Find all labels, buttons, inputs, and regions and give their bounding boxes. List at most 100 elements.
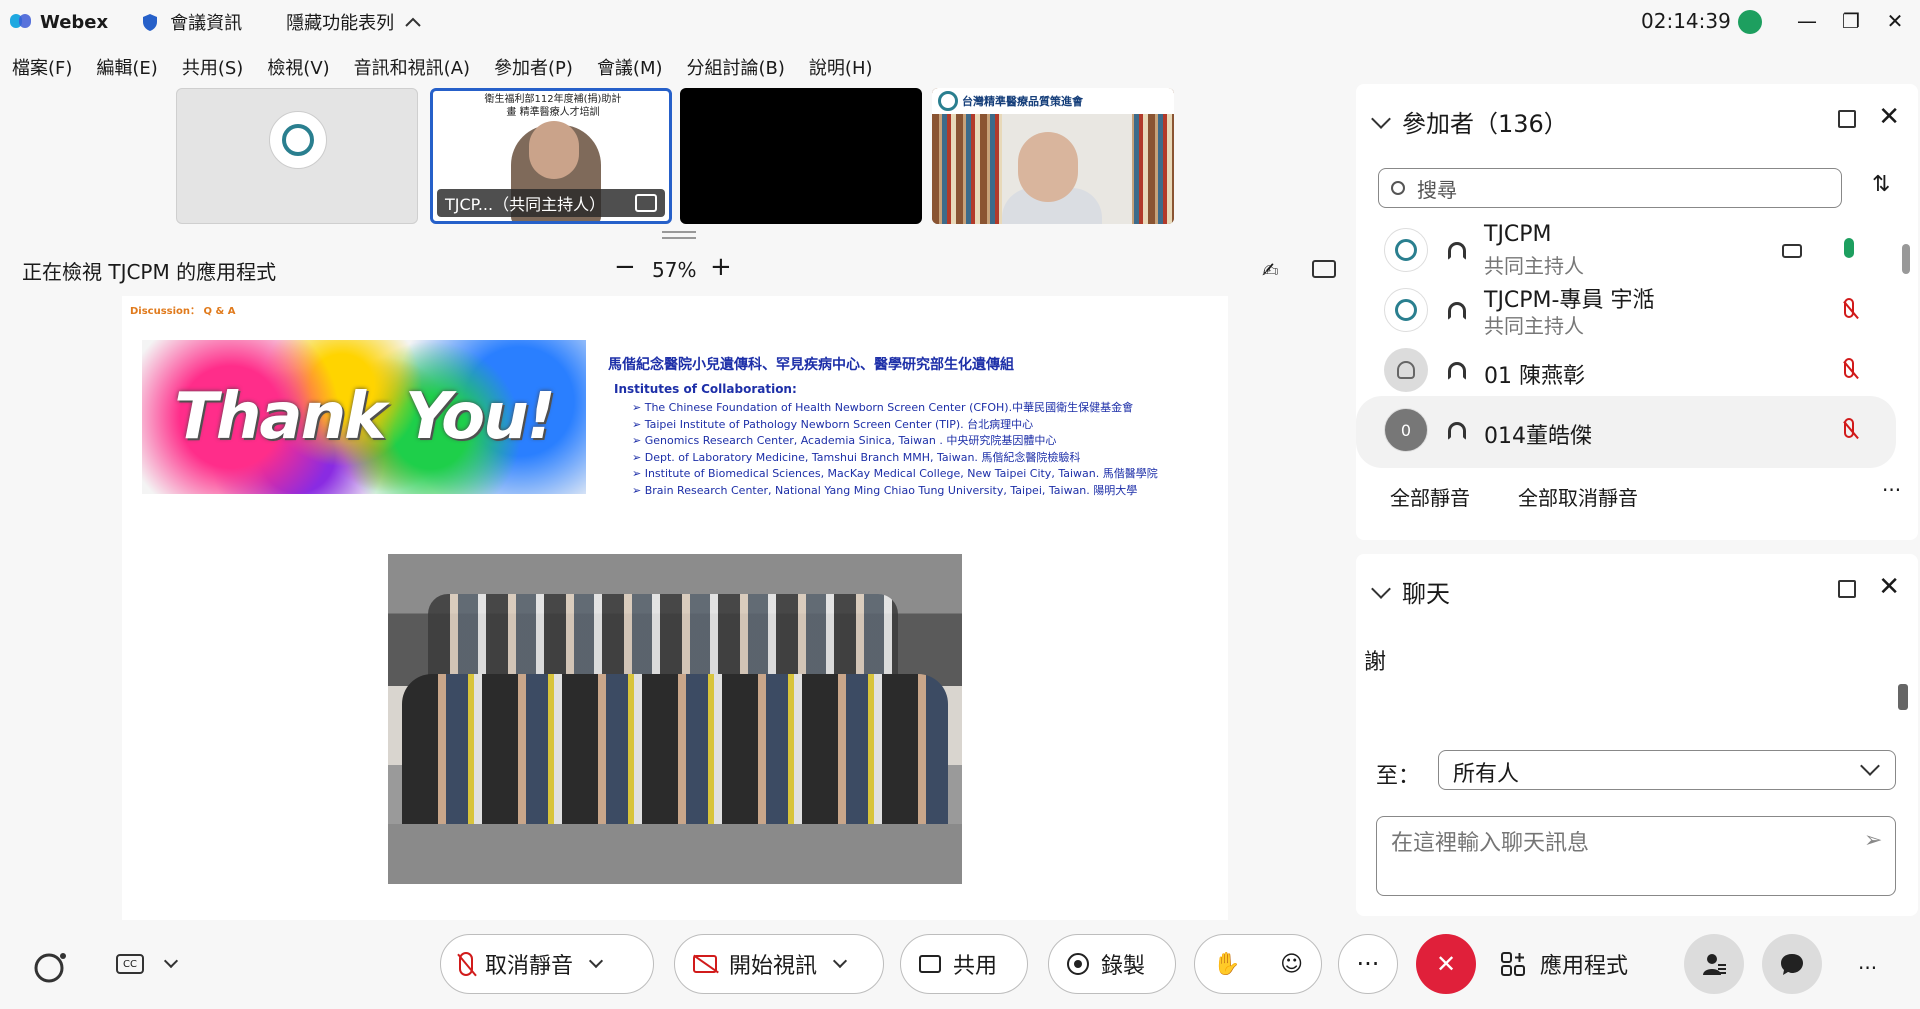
- share-view-bar: 正在檢視 TJCPM 的應用程式 − 57% + ✍: [0, 250, 1352, 290]
- menu-audio-video[interactable]: 音訊和視訊(A): [342, 54, 482, 80]
- record-icon: [1067, 953, 1089, 975]
- meeting-controls: CC 取消靜音 開始視訊 共用 錄製 ✋ ☺ ··· ✕ 應用程式 ···: [0, 920, 1920, 1009]
- photo-floor: [388, 824, 962, 884]
- menu-view[interactable]: 檢視(V): [255, 54, 341, 80]
- chat-message: 謝: [1364, 650, 1387, 675]
- resize-grip-handle[interactable]: [662, 231, 696, 239]
- window-close-button[interactable]: ✕: [1880, 6, 1910, 36]
- menu-breakout[interactable]: 分組討論(B): [675, 54, 797, 80]
- speaker-face: [529, 121, 579, 179]
- record-label: 錄製: [1101, 954, 1146, 979]
- apps-label: 應用程式: [1540, 954, 1629, 979]
- headset-icon: [1448, 422, 1466, 440]
- sort-icon[interactable]: ⇅: [1872, 172, 1890, 197]
- chat-message-input[interactable]: [1376, 816, 1896, 896]
- collapse-chevron-icon[interactable]: [1371, 108, 1391, 129]
- menu-edit[interactable]: 編輯(E): [84, 54, 169, 80]
- menu-meeting[interactable]: 會議(M): [585, 54, 675, 80]
- chevron-up-icon: [405, 17, 421, 27]
- participants-more-button[interactable]: ···: [1882, 478, 1901, 502]
- institute-item: Brain Research Center, National Yang Min…: [632, 483, 1158, 500]
- meeting-info-button[interactable]: 會議資訊: [170, 9, 242, 35]
- close-panel-icon[interactable]: ✕: [1878, 104, 1900, 130]
- hide-menu-bar-label: 隱藏功能表列: [286, 13, 395, 34]
- hide-menu-bar-button[interactable]: 隱藏功能表列: [286, 9, 422, 35]
- collapse-chevron-icon[interactable]: [1371, 578, 1391, 599]
- chat-to-label: 至：: [1376, 764, 1421, 789]
- camera-icon: [1782, 244, 1802, 258]
- activity-ring-icon[interactable]: [34, 950, 68, 984]
- apps-button[interactable]: 應用程式: [1500, 948, 1628, 980]
- video-thumbnail-2[interactable]: 衛生福利部112年度補(捐)助計畫 精準醫療人才培訓 TJCP...（共同主持人…: [430, 88, 672, 224]
- menu-participants[interactable]: 參加者(P): [482, 54, 585, 80]
- zoom-out-button[interactable]: −: [614, 252, 636, 282]
- avatar: [1384, 288, 1428, 332]
- thumbnail-banner: 台灣精準醫療品質策進會: [932, 88, 1174, 114]
- end-meeting-button[interactable]: ✕: [1416, 934, 1476, 994]
- participant-search-input[interactable]: 搜尋: [1378, 168, 1842, 208]
- chevron-down-icon[interactable]: [588, 953, 604, 969]
- institute-item: Taipei Institute of Pathology Newborn Sc…: [632, 417, 1158, 434]
- mute-all-button[interactable]: 全部靜音: [1390, 482, 1470, 511]
- video-thumbnail-1[interactable]: [176, 88, 418, 224]
- screen-share-icon: [635, 194, 657, 212]
- unmute-button[interactable]: 取消靜音: [440, 934, 654, 994]
- start-video-label: 開始視訊: [729, 954, 818, 979]
- restore-button[interactable]: ❐: [1836, 6, 1866, 36]
- minimize-button[interactable]: —: [1792, 6, 1822, 36]
- zoom-in-button[interactable]: +: [710, 252, 732, 282]
- slide-discussion-label: Discussion： Q & A: [130, 306, 236, 317]
- mic-muted-icon[interactable]: [1844, 418, 1854, 438]
- apps-icon: [1501, 952, 1525, 976]
- pop-out-icon[interactable]: [1838, 580, 1856, 598]
- chevron-down-icon[interactable]: [832, 953, 848, 969]
- org-logo-icon: [269, 111, 327, 169]
- participants-toggle-button[interactable]: [1684, 934, 1744, 994]
- avatar: [1384, 348, 1428, 392]
- chat-scrollbar[interactable]: [1896, 634, 1910, 750]
- participants-panel: 參加者（136） ✕ 搜尋 ⇅ TJCPM 共同主持人 TJCPM-專員 宇湉 …: [1356, 84, 1918, 540]
- participant-scrollbar[interactable]: [1900, 220, 1912, 470]
- participant-head: [1018, 132, 1078, 202]
- headset-icon: [1448, 362, 1466, 380]
- annotate-icon[interactable]: ✍: [1262, 258, 1279, 282]
- view-options-icon[interactable]: [1312, 260, 1336, 278]
- overflow-menu-button[interactable]: ···: [1858, 956, 1877, 980]
- close-panel-icon[interactable]: ✕: [1878, 574, 1900, 600]
- send-icon[interactable]: ➢: [1864, 828, 1882, 853]
- more-options-button[interactable]: ···: [1338, 934, 1398, 994]
- video-thumbnail-3[interactable]: [680, 88, 922, 224]
- start-video-button[interactable]: 開始視訊: [674, 934, 884, 994]
- captions-icon[interactable]: CC: [116, 954, 144, 974]
- participants-header[interactable]: 參加者（136）: [1371, 104, 1568, 139]
- chat-icon: [1781, 954, 1803, 975]
- shield-icon[interactable]: [142, 13, 158, 32]
- unmute-all-button[interactable]: 全部取消靜音: [1518, 482, 1638, 511]
- mic-muted-icon[interactable]: [1844, 298, 1854, 318]
- participant-row[interactable]: 0 014董皓傑: [1356, 396, 1896, 468]
- title-bar: Webex 會議資訊 隱藏功能表列 02:14:39 — ❐ ✕: [0, 0, 1920, 44]
- unmute-label: 取消靜音: [485, 954, 574, 979]
- record-button[interactable]: 錄製: [1048, 934, 1176, 994]
- chevron-down-icon[interactable]: [163, 953, 179, 969]
- raise-hand-icon: ✋: [1213, 951, 1241, 977]
- reactions-button[interactable]: ✋ ☺: [1194, 934, 1322, 994]
- video-thumbnail-4[interactable]: 台灣精準醫療品質策進會: [932, 88, 1174, 224]
- menu-file[interactable]: 檔案(F): [0, 54, 84, 80]
- share-button[interactable]: 共用: [900, 934, 1028, 994]
- chevron-down-icon: [1860, 756, 1880, 776]
- pop-out-icon[interactable]: [1838, 110, 1856, 128]
- participants-title: 參加者（136）: [1402, 104, 1568, 139]
- menu-help[interactable]: 說明(H): [797, 54, 885, 80]
- mic-muted-icon[interactable]: [1844, 358, 1854, 378]
- thank-you-text: Thank You!: [174, 380, 556, 454]
- chat-header[interactable]: 聊天: [1371, 574, 1450, 609]
- share-icon: [919, 955, 941, 973]
- thumbnail-slide-heading: 衛生福利部112年度補(捐)助計畫 精準醫療人才培訓: [484, 94, 622, 118]
- chat-panel: 聊天 ✕ 謝 至： 所有人 ➢: [1356, 554, 1918, 916]
- chat-recipient-select[interactable]: 所有人: [1438, 750, 1896, 790]
- chat-toggle-button[interactable]: [1762, 934, 1822, 994]
- network-signal-icon[interactable]: [1738, 10, 1762, 34]
- institute-item: Dept. of Laboratory Medicine, Tamshui Br…: [632, 450, 1158, 467]
- menu-share[interactable]: 共用(S): [170, 54, 255, 80]
